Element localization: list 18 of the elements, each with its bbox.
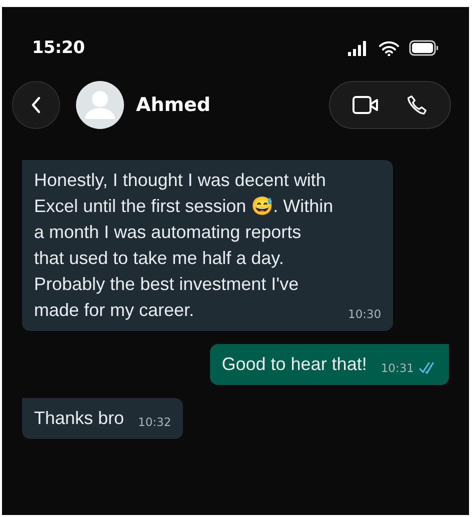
back-button[interactable]: [12, 81, 60, 129]
phone-icon: [406, 94, 428, 116]
video-camera-icon: [352, 95, 380, 115]
status-time: 15:20: [32, 38, 85, 58]
avatar-icon[interactable]: [76, 81, 124, 129]
contact-name: Ahmed: [136, 94, 212, 116]
wifi-icon: [379, 40, 399, 56]
back-icon: [30, 96, 42, 114]
message-time: 10:30: [348, 307, 382, 321]
video-call-button[interactable]: [352, 95, 380, 115]
signal-icon: [347, 40, 369, 56]
battery-icon: [409, 40, 439, 56]
message-time: 10:31: [380, 361, 414, 375]
message-text: Thanks bro: [34, 407, 124, 430]
voice-call-button[interactable]: [406, 94, 428, 116]
message-text: Good to hear that!: [222, 353, 367, 376]
message-text: Honestly, I thought I was decent with Excel until the first session 😅. Within a month I was automating reports that used to take me half a day. Probably the best investment I've made for my career.: [34, 169, 334, 322]
message-time: 10:32: [138, 415, 172, 429]
